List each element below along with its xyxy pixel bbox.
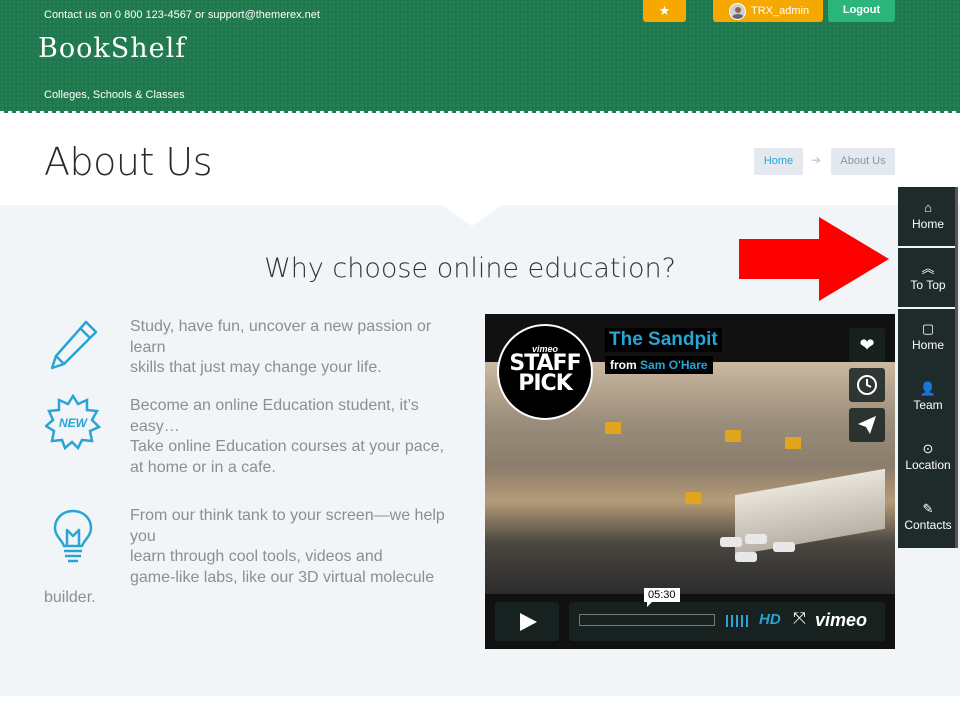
watch-later-button[interactable] <box>849 368 885 402</box>
video-scene-car <box>745 534 767 544</box>
new-badge-icon: NEW <box>45 394 101 450</box>
toolbar-divider <box>898 307 958 309</box>
vimeo-video-player[interactable]: vimeo STAFF PICK The Sandpit from Sam O'… <box>485 314 895 649</box>
map-pin-icon: ⊙ <box>922 441 934 456</box>
feature-text-1: Study, have fun, uncover a new passion o… <box>130 318 432 376</box>
video-scene-car <box>735 552 757 562</box>
lightbulb-icon <box>53 509 93 563</box>
site-header: Contact us on 0 800 123-4567 or support@… <box>0 0 960 113</box>
share-button[interactable] <box>849 408 885 442</box>
toolbar-item-contacts[interactable]: ✎ Contacts <box>898 500 958 532</box>
video-author[interactable]: from Sam O'Hare <box>605 356 713 374</box>
vimeo-logo[interactable]: vimeo <box>815 610 867 631</box>
toolbar-item-location[interactable]: ⊙ Location <box>898 440 958 472</box>
star-icon: ★ <box>658 3 671 18</box>
contact-info: Contact us on 0 800 123-4567 or support@… <box>44 9 320 21</box>
page-title: About Us <box>44 140 213 184</box>
red-arrow-annotation <box>739 217 889 301</box>
pencil-icon: ✎ <box>922 501 934 516</box>
paper-plane-icon <box>858 416 876 434</box>
feature-text-3-continuation: builder. <box>44 589 96 606</box>
video-title-link[interactable]: The Sandpit <box>605 328 722 352</box>
breadcrumb-current: About Us <box>831 148 895 175</box>
video-scene-car <box>720 537 742 547</box>
toolbar-item-home[interactable]: ⌂ Home <box>898 199 958 231</box>
fullscreen-icon[interactable]: ⤧ <box>793 610 806 628</box>
feature-text-3: From our think tank to your screen—we he… <box>130 507 445 586</box>
video-scene-excavator <box>725 430 741 442</box>
logout-button[interactable]: Logout <box>828 0 895 22</box>
add-user-icon: 👤 <box>919 381 937 396</box>
video-scene-excavator <box>685 492 701 504</box>
toolbar-divider <box>898 246 958 248</box>
page: Contact us on 0 800 123-4567 or support@… <box>0 0 960 716</box>
play-button[interactable] <box>495 602 559 641</box>
site-logo[interactable]: BookShelf <box>38 33 186 64</box>
toolbar-edge <box>955 187 958 548</box>
volume-bars-icon[interactable] <box>726 615 750 627</box>
side-toolbar: ⌂ Home ︽ To Top ▢ Home 👤 Team ⊙ Location… <box>898 187 958 548</box>
avatar <box>729 2 746 20</box>
video-scene-car <box>773 542 795 552</box>
toolbar-item-to-top[interactable]: ︽ To Top <box>898 260 958 292</box>
clock-icon <box>857 375 877 395</box>
chevron-up-icon: ︽ <box>921 261 935 276</box>
breadcrumb-home-link[interactable]: Home <box>754 148 803 175</box>
progress-track[interactable] <box>579 614 715 626</box>
video-controls: 05:30 HD ⤧ vimeo <box>495 588 885 641</box>
video-scene-excavator <box>605 422 621 434</box>
video-scene-excavator <box>785 437 801 449</box>
section-notch <box>442 205 502 226</box>
user-name: TRX_admin <box>751 5 810 17</box>
heart-icon: ❤ <box>859 335 875 355</box>
breadcrumb-arrow-icon: ➔ <box>811 153 822 167</box>
site-tagline: Colleges, Schools & Classes <box>44 89 185 101</box>
video-duration: 05:30 <box>644 588 680 607</box>
pencil-icon <box>50 320 98 370</box>
like-button[interactable]: ❤ <box>849 328 885 362</box>
home-icon: ⌂ <box>924 200 932 215</box>
toolbar-item-team[interactable]: 👤 Team <box>898 380 958 412</box>
video-control-bar: 05:30 HD ⤧ vimeo <box>569 588 885 641</box>
staff-pick-badge[interactable]: vimeo STAFF PICK <box>497 324 593 420</box>
toolbar-item-home-2[interactable]: ▢ Home <box>898 320 958 352</box>
hd-toggle[interactable]: HD <box>759 611 781 628</box>
user-menu-button[interactable]: TRX_admin <box>713 0 823 22</box>
feature-text-2: Become an online Education student, it’s… <box>130 397 444 476</box>
svg-text:NEW: NEW <box>59 416 89 430</box>
bookmark-button[interactable]: ★ <box>643 0 686 22</box>
comment-icon: ▢ <box>921 321 935 336</box>
